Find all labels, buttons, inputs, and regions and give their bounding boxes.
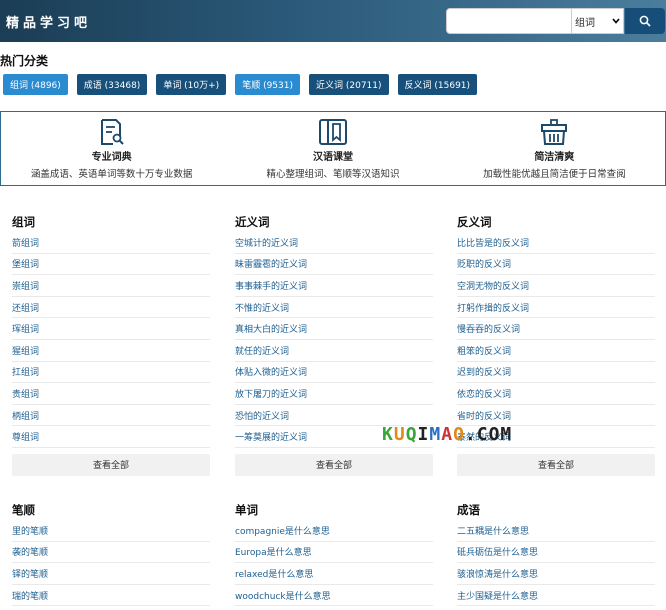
column-title: 单词 [235, 503, 258, 517]
tag-jinyici[interactable]: 近义词 (20711) [309, 74, 389, 95]
column-list: 箭组词 堡组词 崇组词 还组词 珲组词 猩组词 扛组词 贵组词 柄组词 尊组词 [12, 232, 210, 448]
list-item[interactable]: 打躬作揖的反义词 [457, 297, 655, 319]
search-type-value: 组词 [575, 17, 595, 29]
column-danci: 单词 compagnie是什么意思 Europa是什么意思 relaxed是什么… [235, 502, 433, 607]
list-item[interactable]: 还组词 [12, 297, 210, 319]
list-item[interactable]: 瑞的笔顺 [12, 585, 210, 607]
list-item[interactable]: woodchuck是什么意思 [235, 585, 433, 607]
column-list: 空城计的近义词 昧雷霾雹的近义词 事事棘手的近义词 不惟的近义词 真相大白的近义… [235, 232, 433, 448]
list-item[interactable]: 柄组词 [12, 405, 210, 427]
tag-fanyici[interactable]: 反义词 (15691) [397, 74, 478, 95]
list-item[interactable]: compagnie是什么意思 [235, 520, 433, 542]
list-item[interactable]: 堡组词 [12, 254, 210, 276]
watermark-text: A [441, 424, 454, 445]
list-item[interactable]: 空洞无物的反义词 [457, 275, 655, 297]
book-icon [318, 119, 347, 145]
list-item[interactable]: 骇浪惊涛是什么意思 [457, 563, 655, 585]
list-item[interactable]: Europa是什么意思 [235, 542, 433, 564]
view-all-button[interactable]: 查看全部 [235, 453, 433, 476]
list-item[interactable]: 迟到的反义词 [457, 362, 655, 384]
dictionary-search-icon [100, 119, 124, 145]
list-item[interactable]: 主少国疑是什么意思 [457, 585, 655, 607]
list-item[interactable]: 就任的近义词 [235, 340, 433, 362]
site-logo[interactable]: 精品学习吧 [6, 12, 91, 31]
features-panel: 专业词典 涵盖成语、英语单词等数十万专业数据 汉语课堂 精心整理组词、笔顺等汉语… [0, 111, 666, 186]
hot-categories-title: 热门分类 [0, 54, 49, 68]
chevron-down-icon [612, 18, 620, 24]
feature-dictionary: 专业词典 涵盖成语、英语单词等数十万专业数据 [1, 112, 222, 185]
tag-zuci[interactable]: 组词 (4896) [3, 74, 68, 95]
feature-title: 专业词典 [91, 152, 132, 163]
column-title: 组词 [12, 215, 35, 229]
list-item[interactable]: 崇组词 [12, 275, 210, 297]
list-item[interactable]: 箭组词 [12, 232, 210, 254]
list-item[interactable]: 慢吞吞的反义词 [457, 318, 655, 340]
feature-title: 汉语课堂 [312, 152, 353, 163]
list-item[interactable]: 体贴入微的近义词 [235, 362, 433, 384]
watermark: KUQIMAO.COM [382, 424, 512, 445]
list-item[interactable]: 砥兵砺伍是什么意思 [457, 542, 655, 564]
view-all-button[interactable]: 查看全部 [457, 453, 655, 476]
list-item[interactable]: 空城计的近义词 [235, 232, 433, 254]
list-item[interactable]: 二五耦是什么意思 [457, 520, 655, 542]
basket-icon [541, 119, 568, 145]
list-item[interactable]: 扛组词 [12, 362, 210, 384]
list-item[interactable]: 珲组词 [12, 318, 210, 340]
list-item[interactable]: 尊组词 [12, 426, 210, 448]
list-item[interactable]: 贬职的反义词 [457, 254, 655, 276]
watermark-text: K [382, 424, 394, 445]
list-item[interactable]: 昧雷霾雹的近义词 [235, 254, 433, 276]
search-icon [639, 15, 651, 27]
tag-bishun[interactable]: 笔顺 (9531) [235, 74, 300, 95]
list-item[interactable]: 里的笔顺 [12, 520, 210, 542]
search-bar: 组词 [446, 8, 665, 34]
column-title: 笔顺 [12, 503, 35, 517]
column-bishun: 笔顺 里的笔顺 袭的笔顺 铎的笔顺 瑞的笔顺 [12, 502, 210, 607]
list-item[interactable]: 贵组词 [12, 383, 210, 405]
search-input[interactable] [446, 8, 572, 34]
tag-chengyu[interactable]: 成语 (33468) [76, 74, 148, 95]
watermark-text: O [453, 424, 465, 445]
view-all-button[interactable]: 查看全部 [12, 453, 210, 476]
column-title: 近义词 [235, 215, 270, 229]
column-list: 比比皆是的反义词 贬职的反义词 空洞无物的反义词 打躬作揖的反义词 慢吞吞的反义… [457, 232, 655, 448]
list-item[interactable]: 粗笨的反义词 [457, 340, 655, 362]
search-button[interactable] [625, 8, 665, 34]
list-item[interactable]: 真相大白的近义词 [235, 318, 433, 340]
top-navbar: 精品学习吧 组词 [0, 0, 666, 42]
column-chengyu: 成语 二五耦是什么意思 砥兵砺伍是什么意思 骇浪惊涛是什么意思 主少国疑是什么意… [457, 502, 655, 607]
list-item[interactable]: 猩组词 [12, 340, 210, 362]
list-item[interactable]: 事事棘手的近义词 [235, 275, 433, 297]
column-list: compagnie是什么意思 Europa是什么意思 relaxed是什么意思 … [235, 520, 433, 607]
watermark-text: Q [405, 424, 418, 445]
watermark-text: U [393, 424, 406, 445]
feature-desc: 精心整理组词、笔顺等汉语知识 [266, 169, 400, 180]
column-title: 反义词 [457, 215, 492, 229]
column-zuci: 组词 箭组词 堡组词 崇组词 还组词 珲组词 猩组词 扛组词 贵组词 柄组词 尊… [12, 214, 210, 476]
watermark-text: I [417, 424, 430, 445]
feature-clean: 简洁清爽 加载性能优越且简洁便于日常查阅 [444, 112, 665, 185]
column-list: 二五耦是什么意思 砥兵砺伍是什么意思 骇浪惊涛是什么意思 主少国疑是什么意思 [457, 520, 655, 607]
feature-title: 简洁清爽 [534, 152, 575, 163]
list-item[interactable]: 袭的笔顺 [12, 542, 210, 564]
feature-desc: 加载性能优越且简洁便于日常查阅 [483, 169, 626, 180]
feature-classroom: 汉语课堂 精心整理组词、笔顺等汉语知识 [222, 112, 443, 185]
list-item[interactable]: 不惟的近义词 [235, 297, 433, 319]
tag-danci[interactable]: 单词 (10万+) [156, 74, 227, 95]
hot-category-tags: 组词 (4896) 成语 (33468) 单词 (10万+) 笔顺 (9531)… [3, 74, 478, 95]
list-item[interactable]: 铎的笔顺 [12, 563, 210, 585]
watermark-text: .COM [464, 424, 513, 445]
list-item[interactable]: 依恋的反义词 [457, 383, 655, 405]
list-item[interactable]: 放下屠刀的近义词 [235, 383, 433, 405]
watermark-text: M [429, 424, 442, 445]
search-type-select[interactable]: 组词 [572, 8, 624, 34]
column-title: 成语 [457, 503, 480, 517]
feature-desc: 涵盖成语、英语单词等数十万专业数据 [30, 169, 193, 180]
column-list: 里的笔顺 袭的笔顺 铎的笔顺 瑞的笔顺 [12, 520, 210, 607]
list-item[interactable]: relaxed是什么意思 [235, 563, 433, 585]
list-item[interactable]: 比比皆是的反义词 [457, 232, 655, 254]
